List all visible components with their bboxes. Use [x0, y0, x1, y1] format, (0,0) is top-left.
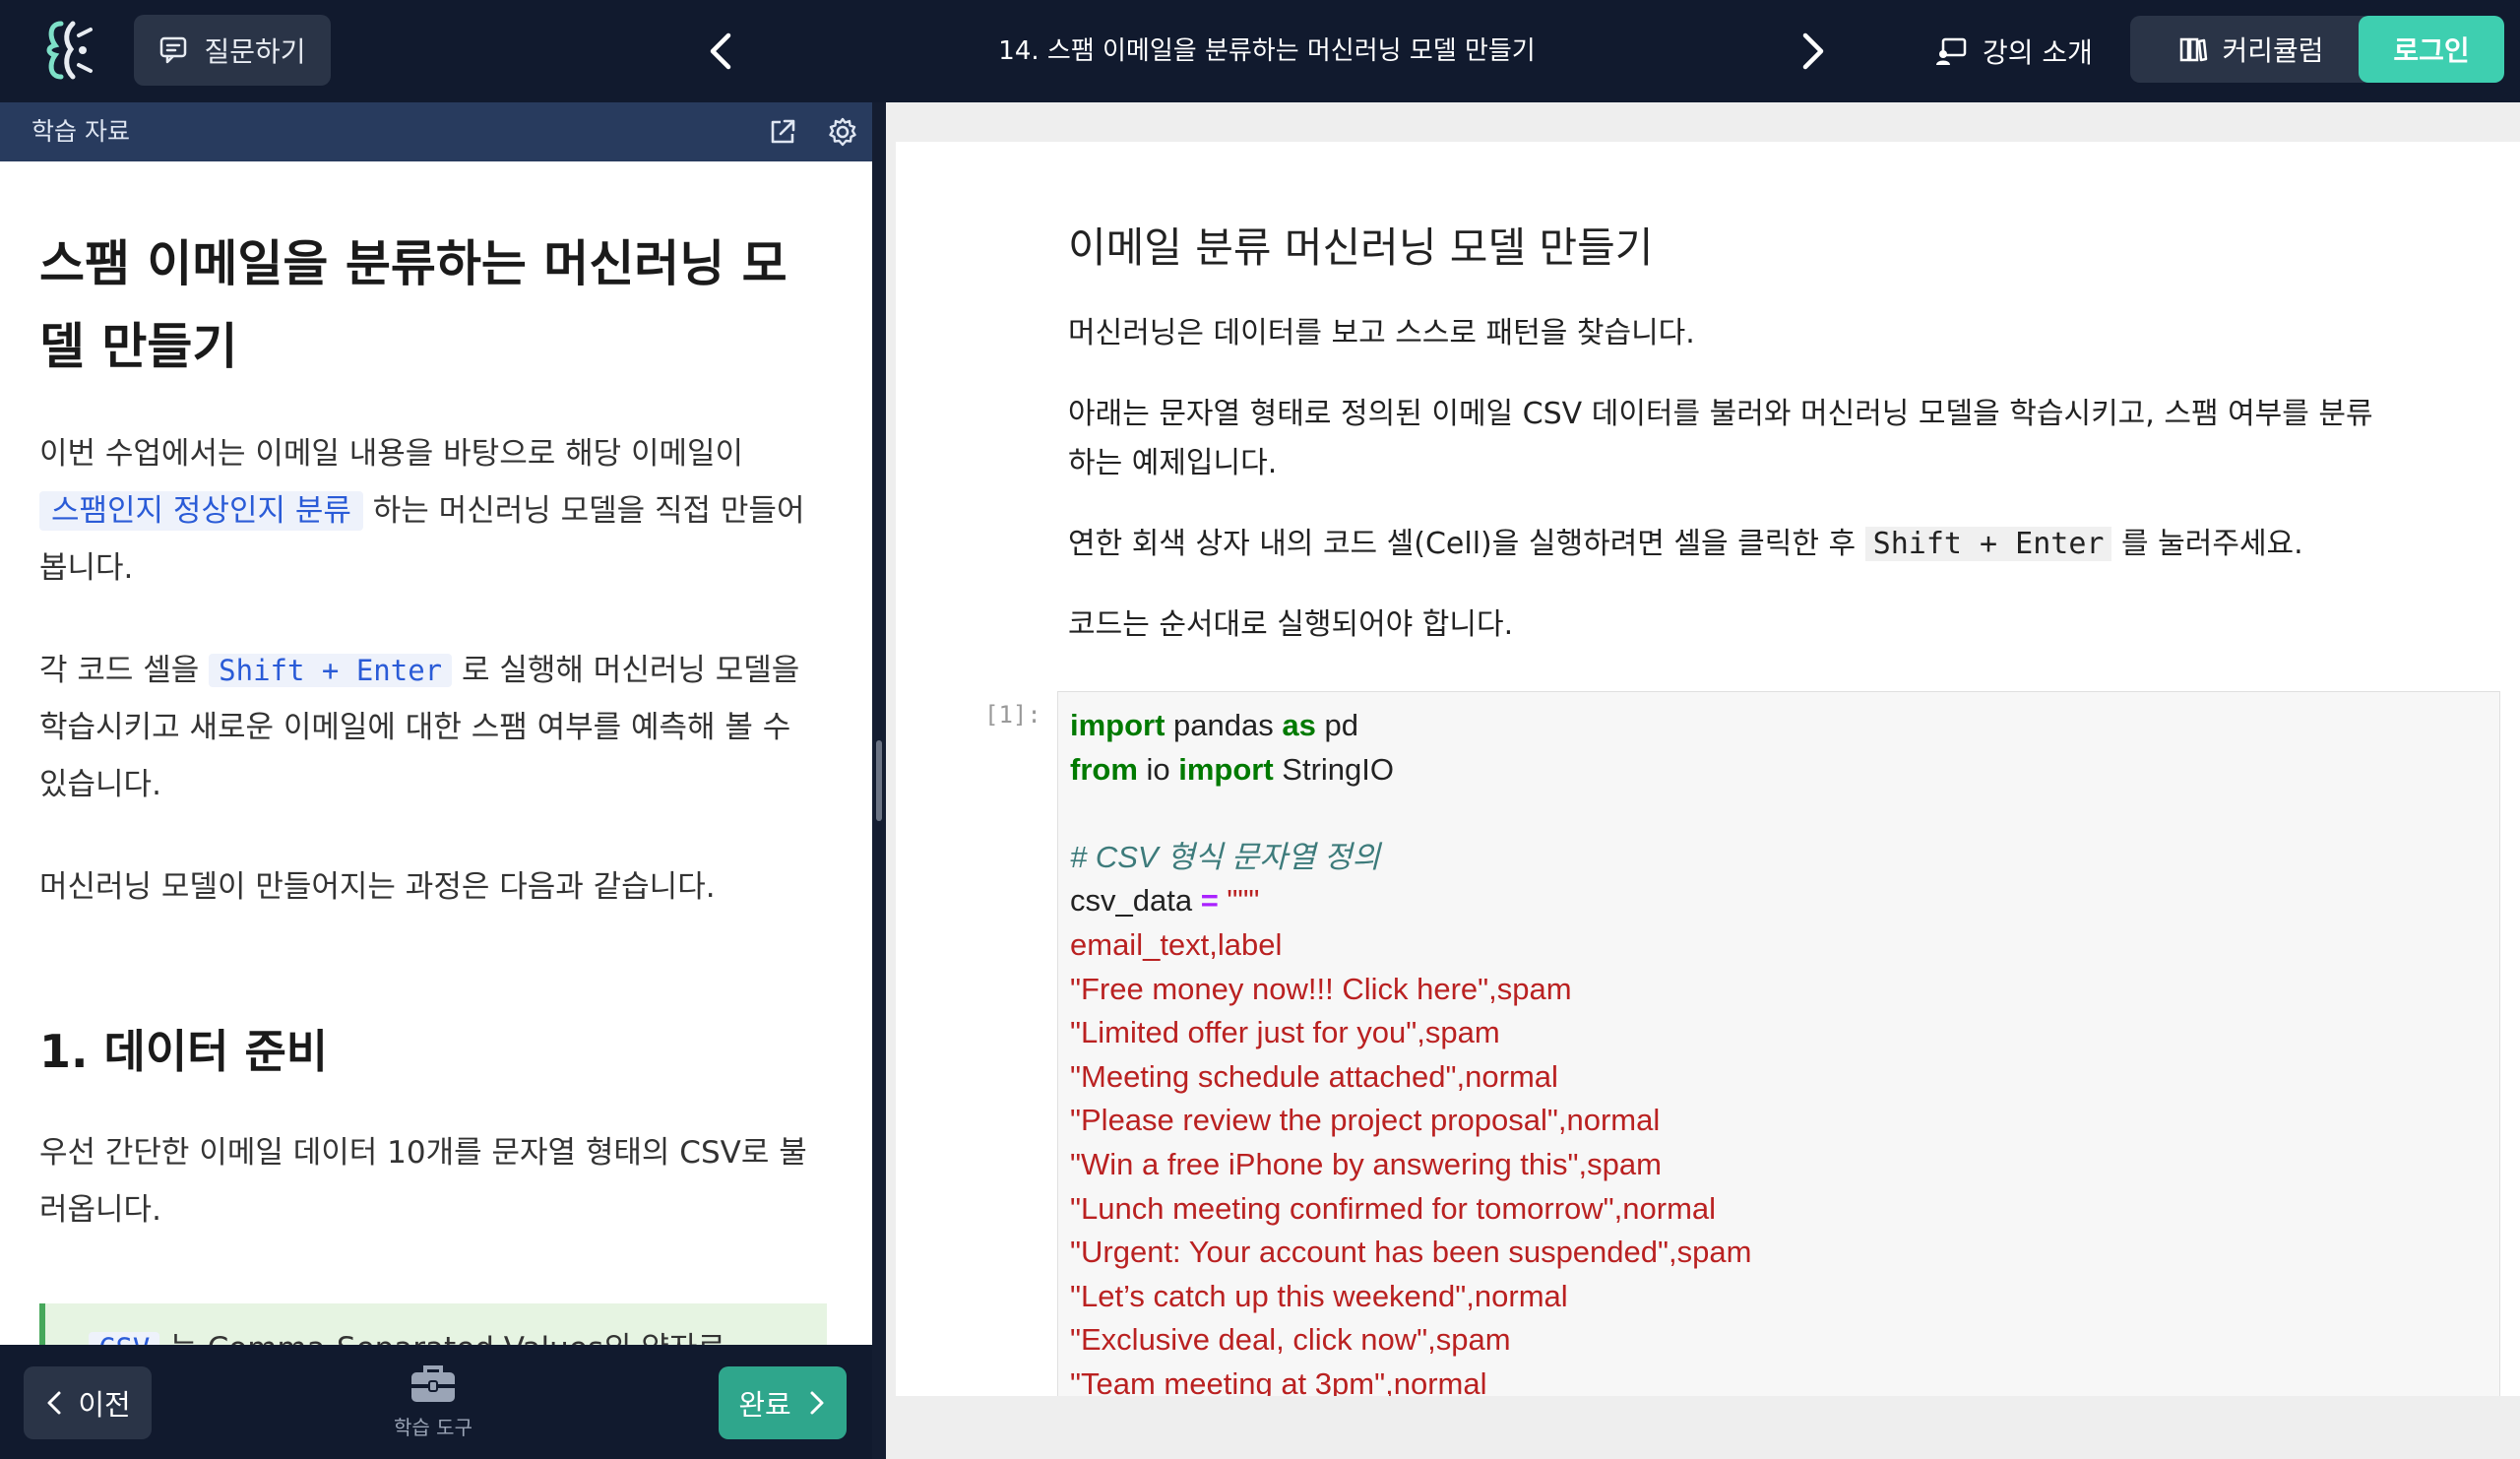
code-text: StringIO: [1273, 751, 1395, 787]
toolbox-icon: [411, 1365, 455, 1402]
keyword: from: [1070, 751, 1138, 787]
notebook-paragraph-3: 연한 회색 상자 내의 코드 셀(Cell)을 실행하려면 셀을 클릭한 후 S…: [1068, 520, 2387, 569]
lesson-content: 스팸 이메일을 분류하는 머신러닝 모델 만들기 이번 수업에서는 이메일 내용…: [39, 161, 827, 1447]
keyword: import: [1070, 708, 1166, 742]
csv-line: "Meeting schedule attached",normal: [1070, 1058, 1558, 1094]
chevron-right-icon: [810, 1391, 824, 1415]
csv-line: "Exclusive deal, click now",spam: [1070, 1322, 1511, 1358]
presentation-icon: [1936, 37, 1967, 65]
csv-line: email_text,label: [1070, 926, 1283, 962]
previous-label: 이전: [78, 1388, 131, 1422]
learning-tools-button[interactable]: 학습 도구: [384, 1363, 482, 1440]
books-icon: [2180, 37, 2208, 62]
lesson-run-paragraph: 각 코드 셀을 Shift + Enter 로 실행해 머신러닝 모델을 학습시…: [39, 642, 827, 813]
csv-line: "Let’s catch up this weekend",normal: [1070, 1278, 1568, 1313]
lesson-process-paragraph: 머신러닝 모델이 만들어지는 과정은 다음과 같습니다.: [39, 869, 716, 905]
csv-line: "Please review the project proposal",nor…: [1070, 1103, 1661, 1138]
code-string: """: [1218, 883, 1260, 919]
curriculum-button[interactable]: 커리큘럼: [2130, 16, 2372, 83]
notebook-area: 이메일 분류 머신러닝 모델 만들기 머신러닝은 데이터를 보고 스스로 패턴을…: [896, 142, 2520, 1396]
code-line: # CSV 형식 문자열 정의: [1070, 836, 2499, 880]
code-text: pd: [1315, 708, 1358, 742]
complete-label: 완료: [738, 1388, 791, 1422]
code-text: pandas: [1165, 708, 1283, 742]
previous-lesson-chevron-icon[interactable]: [701, 28, 740, 75]
shift-enter-key: Shift + Enter: [1864, 527, 2112, 561]
highlight-spam-classification: 스팸인지 정상인지 분류: [39, 491, 363, 531]
login-button[interactable]: 로그인: [2359, 16, 2504, 83]
intro-text: 이번 수업에서는 이메일 내용을 바탕으로 해당 이메일이: [39, 436, 744, 472]
csv-line: "Free money now!!! Click here",spam: [1070, 971, 1572, 1006]
ask-question-label: 질문하기: [204, 35, 306, 68]
learning-material-panel: 학습 자료 스팸 이메일을 분류하는 머신러닝 모델 만들기 이번 수업에서는 …: [0, 102, 872, 1459]
lesson-title: 14. 스팸 이메일을 분류하는 머신러닝 모델 만들기: [998, 36, 1536, 66]
complete-button[interactable]: 완료: [719, 1366, 847, 1439]
ask-question-button[interactable]: 질문하기: [134, 15, 331, 86]
gear-icon[interactable]: [827, 116, 858, 148]
csv-line: "Lunch meeting confirmed for tomorrow",n…: [1070, 1190, 1717, 1226]
code-comment: # CSV 형식 문자열 정의: [1070, 839, 1381, 874]
keyword: as: [1282, 708, 1316, 742]
external-link-icon[interactable]: [768, 117, 797, 147]
cell-prompt: [1]:: [984, 701, 1041, 729]
lesson-footer: 이전 학습 도구 완료: [0, 1345, 872, 1459]
panel-header: 학습 자료: [0, 102, 872, 161]
logo-icon[interactable]: [35, 18, 98, 83]
keyword: import: [1178, 751, 1274, 787]
course-intro-label: 강의 소개: [1983, 36, 2093, 69]
code-line: import pandas as pd: [1070, 704, 2499, 748]
previous-button[interactable]: 이전: [24, 1366, 152, 1439]
csv-line: "Limited offer just for you",spam: [1070, 1015, 1500, 1050]
run-instruction-tail: 를 눌러주세요.: [2121, 527, 2303, 561]
code-cell[interactable]: import pandas as pd from io import Strin…: [1057, 691, 2500, 1396]
data-prep-paragraph: 우선 간단한 이메일 데이터 10개를 문자열 형태의 CSV로 불러옵니다.: [39, 1135, 807, 1228]
code-operator: =: [1200, 883, 1219, 919]
panel-title: 학습 자료: [32, 117, 130, 146]
curriculum-label: 커리큘럼: [2222, 34, 2324, 67]
notebook-paragraph-1: 머신러닝은 데이터를 보고 스스로 패턴을 찾습니다.: [1068, 316, 1695, 350]
top-bar: 질문하기 14. 스팸 이메일을 분류하는 머신러닝 모델 만들기 강의 소개 …: [0, 0, 2520, 102]
code-text: csv_data: [1070, 883, 1201, 919]
csv-line: "Urgent: Your account has been suspended…: [1070, 1235, 1752, 1270]
notebook-paragraph-2: 아래는 문자열 형태로 정의된 이메일 CSV 데이터를 불러와 머신러닝 모델…: [1068, 397, 2373, 480]
lesson-intro-paragraph: 이번 수업에서는 이메일 내용을 바탕으로 해당 이메일이스팸인지 정상인지 분…: [39, 425, 827, 597]
next-lesson-chevron-icon[interactable]: [1794, 28, 1833, 75]
code-text: io: [1137, 751, 1179, 787]
run-instruction-text: 연한 회색 상자 내의 코드 셀(Cell)을 실행하려면 셀을 클릭한 후: [1068, 527, 1857, 561]
chat-edit-icon: [160, 36, 187, 64]
learning-tools-label: 학습 도구: [394, 1416, 472, 1439]
csv-line: "Team meeting at 3pm",normal: [1070, 1365, 1487, 1396]
run-text: 각 코드 셀을: [39, 653, 200, 688]
notebook-paragraph-4: 코드는 순서대로 실행되어야 합니다.: [1068, 607, 1514, 642]
csv-line: "Win a free iPhone by answering this",sp…: [1070, 1146, 1662, 1181]
course-intro-link[interactable]: 강의 소개: [1935, 26, 2093, 77]
code-line: csv_data = """: [1070, 879, 2499, 923]
code-line: from io import StringIO: [1070, 748, 2499, 793]
chevron-left-icon: [47, 1391, 61, 1415]
lesson-heading: 스팸 이메일을 분류하는 머신러닝 모델 만들기: [39, 235, 788, 375]
section-heading-data-prep: 1. 데이터 준비: [39, 1025, 329, 1078]
resize-handle[interactable]: [876, 740, 882, 821]
notebook-title: 이메일 분류 머신러닝 모델 만들기: [1068, 223, 1654, 272]
shift-enter-code: Shift + Enter: [209, 654, 453, 687]
